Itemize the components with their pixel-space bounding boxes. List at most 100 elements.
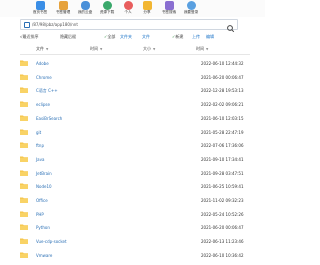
cloud-icon <box>80 1 90 10</box>
file-name[interactable]: ftnp <box>36 139 44 152</box>
sort-arrow-icon: ▼ <box>206 47 209 51</box>
path-input[interactable]: /87/98/pbz/app180/nnt <box>20 19 238 30</box>
file-name[interactable]: Vue-cdp-socket <box>36 235 67 248</box>
file-name[interactable]: git <box>36 126 41 139</box>
edit-link[interactable]: 编辑 <box>206 33 214 41</box>
file-date: 2022-02-02 09:06:21 <box>201 102 244 108</box>
file-name[interactable]: JetBrain <box>36 167 52 180</box>
folder-icon <box>20 252 28 258</box>
folder-path-icon <box>24 22 30 28</box>
toolbar-label: 我的云盘 <box>77 10 93 14</box>
table-row[interactable]: eclipse 2022-02-02 09:06:21 <box>20 98 250 111</box>
hide-extension-toggle[interactable]: 隐藏后缀 <box>60 33 76 41</box>
file-name[interactable]: Node10 <box>36 180 52 193</box>
bookmark-list-icon <box>35 1 45 10</box>
toolbar-share-button[interactable]: 分享 <box>135 0 159 17</box>
table-row[interactable]: Adobe 2022-06-10 12:44:32 <box>20 57 250 70</box>
toolbar-label: 我要登录 <box>183 10 199 14</box>
toolbar-label: 书签搜索 <box>161 10 177 14</box>
folder-icon <box>20 129 28 135</box>
file-name[interactable]: EasiBrSearch <box>36 112 62 125</box>
login-icon <box>186 1 196 10</box>
recent-sort-toggle[interactable]: √最近排序 <box>20 33 39 41</box>
table-row[interactable]: Java 2021-09-10 17:34:41 <box>20 153 250 166</box>
new-toggle[interactable]: ✓新建 <box>172 33 183 41</box>
folder-icon <box>20 115 28 121</box>
sort-arrow-icon: ▼ <box>100 47 103 51</box>
column-date-label: 时间 <box>196 46 204 51</box>
folder-icon <box>20 224 28 231</box>
column-time-header[interactable]: 时间 ▼ <box>90 44 102 54</box>
download-icon <box>102 1 112 10</box>
column-date-header[interactable]: 时间 ▼ <box>196 44 208 54</box>
file-name[interactable]: Java <box>36 153 44 166</box>
file-name[interactable]: Adobe <box>36 57 49 70</box>
folder-icon <box>20 197 28 203</box>
sort-arrow-icon: ▼ <box>153 47 156 51</box>
folder-icon <box>20 170 28 176</box>
file-date: 2022-05-24 10:52:26 <box>201 211 244 217</box>
table-row[interactable]: C语言 C++ 2022-12-28 19:53:13 <box>20 84 250 97</box>
toolbar-cloud-button[interactable]: 我的云盘 <box>73 0 97 17</box>
bookmark-icon <box>58 1 68 10</box>
toolbar-bookmark-manage-button[interactable]: 书签管理 <box>51 0 75 17</box>
file-date: 2021-05-28 22:47:19 <box>201 129 244 135</box>
file-name[interactable]: eclipse <box>36 98 50 111</box>
table-row[interactable]: Node10 2021-06-25 10:59:41 <box>20 180 250 193</box>
table-row[interactable]: Vue-cdp-socket 2022-06-13 11:23:46 <box>20 235 250 248</box>
folder-icon <box>20 183 28 190</box>
toolbar-login-button[interactable]: 我要登录 <box>179 0 203 17</box>
file-date: 2022-07-06 17:36:06 <box>201 143 244 149</box>
filter-all-toggle[interactable]: ✓全部 <box>104 33 115 41</box>
file-name[interactable]: Chrome <box>36 71 52 84</box>
table-row[interactable]: Office 2021-11-02 09:32:23 <box>20 194 250 207</box>
filter-file-link[interactable]: 文件 <box>142 33 150 41</box>
toolbar-bookmarks-button[interactable]: 首页书签 <box>28 0 52 17</box>
folder-icon <box>20 156 28 162</box>
file-date: 2021-06-25 10:59:41 <box>201 184 244 190</box>
filter-folder-link[interactable]: 文件夹 <box>120 33 132 41</box>
toolbar-search-button[interactable]: 书签搜索 <box>157 0 181 17</box>
file-date: 2021-11-02 09:32:23 <box>201 198 244 203</box>
table-row[interactable]: JetBrain 2021-09-28 03:47:51 <box>20 167 250 180</box>
file-list-header: 文件 ▼ 时间 ▼ 大小 ▼ 时间 ▼ <box>20 44 250 55</box>
new-label: 新建 <box>175 34 184 39</box>
column-name-header[interactable]: 文件 ▼ <box>36 44 48 54</box>
file-date: 2021-09-10 17:34:41 <box>201 156 244 162</box>
column-time-label: 时间 <box>90 46 98 51</box>
table-row[interactable]: ftnp 2022-07-06 17:36:06 <box>20 139 250 152</box>
column-size-header[interactable]: 大小 ▼ <box>143 44 155 54</box>
file-date: 2022-06-10 12:44:32 <box>201 61 244 66</box>
table-row[interactable]: EasiBrSearch 2021-06-10 12:03:15 <box>20 112 250 125</box>
path-value: /87/98/pbz/app180/nnt <box>32 22 78 27</box>
table-row[interactable]: git 2021-05-28 22:47:19 <box>20 126 250 139</box>
folder-icon <box>20 74 28 80</box>
top-toolbar: 首页书签 书签管理 我的云盘 资源下载 个人 分享 书签搜索 我要登录 <box>0 0 265 17</box>
file-name[interactable]: Office <box>36 194 48 207</box>
sort-arrow-icon: ▼ <box>46 47 49 51</box>
user-icon <box>123 1 133 10</box>
file-date: 2021-06-10 12:03:15 <box>201 115 244 121</box>
toolbar-label: 分享 <box>143 10 151 14</box>
file-date: 2022-12-28 19:53:13 <box>201 88 244 94</box>
table-row[interactable]: PHP 2022-05-24 10:52:26 <box>20 208 250 221</box>
filter-bar: √最近排序 隐藏后缀 ✓全部 文件夹 文件 ✓新建 上传 编辑 <box>20 33 250 41</box>
file-name[interactable]: C语言 C++ <box>36 84 58 97</box>
file-date: 2021-09-28 03:47:51 <box>201 170 244 176</box>
file-name[interactable]: Python <box>36 221 50 234</box>
file-date: 2021-06-20 00:06:47 <box>201 74 244 80</box>
table-row[interactable]: Chrome 2021-06-20 00:06:47 <box>20 71 250 84</box>
table-row[interactable]: Python 2021-06-20 00:06:47 <box>20 221 250 234</box>
upload-link[interactable]: 上传 <box>192 33 200 41</box>
file-name[interactable]: PHP <box>36 208 44 221</box>
column-name-label: 文件 <box>36 46 44 51</box>
file-date: 2022-06-13 11:23:46 <box>201 239 244 245</box>
folder-icon <box>20 238 28 245</box>
folder-icon <box>20 87 28 94</box>
file-date: 2022-06-10 10:36:42 <box>201 252 244 258</box>
search-button[interactable] <box>225 19 236 33</box>
column-size-label: 大小 <box>143 46 151 51</box>
folder-icon <box>20 211 28 217</box>
file-name[interactable]: Vmware <box>36 249 52 262</box>
table-row[interactable]: Vmware 2022-06-10 10:36:42 <box>20 249 250 262</box>
